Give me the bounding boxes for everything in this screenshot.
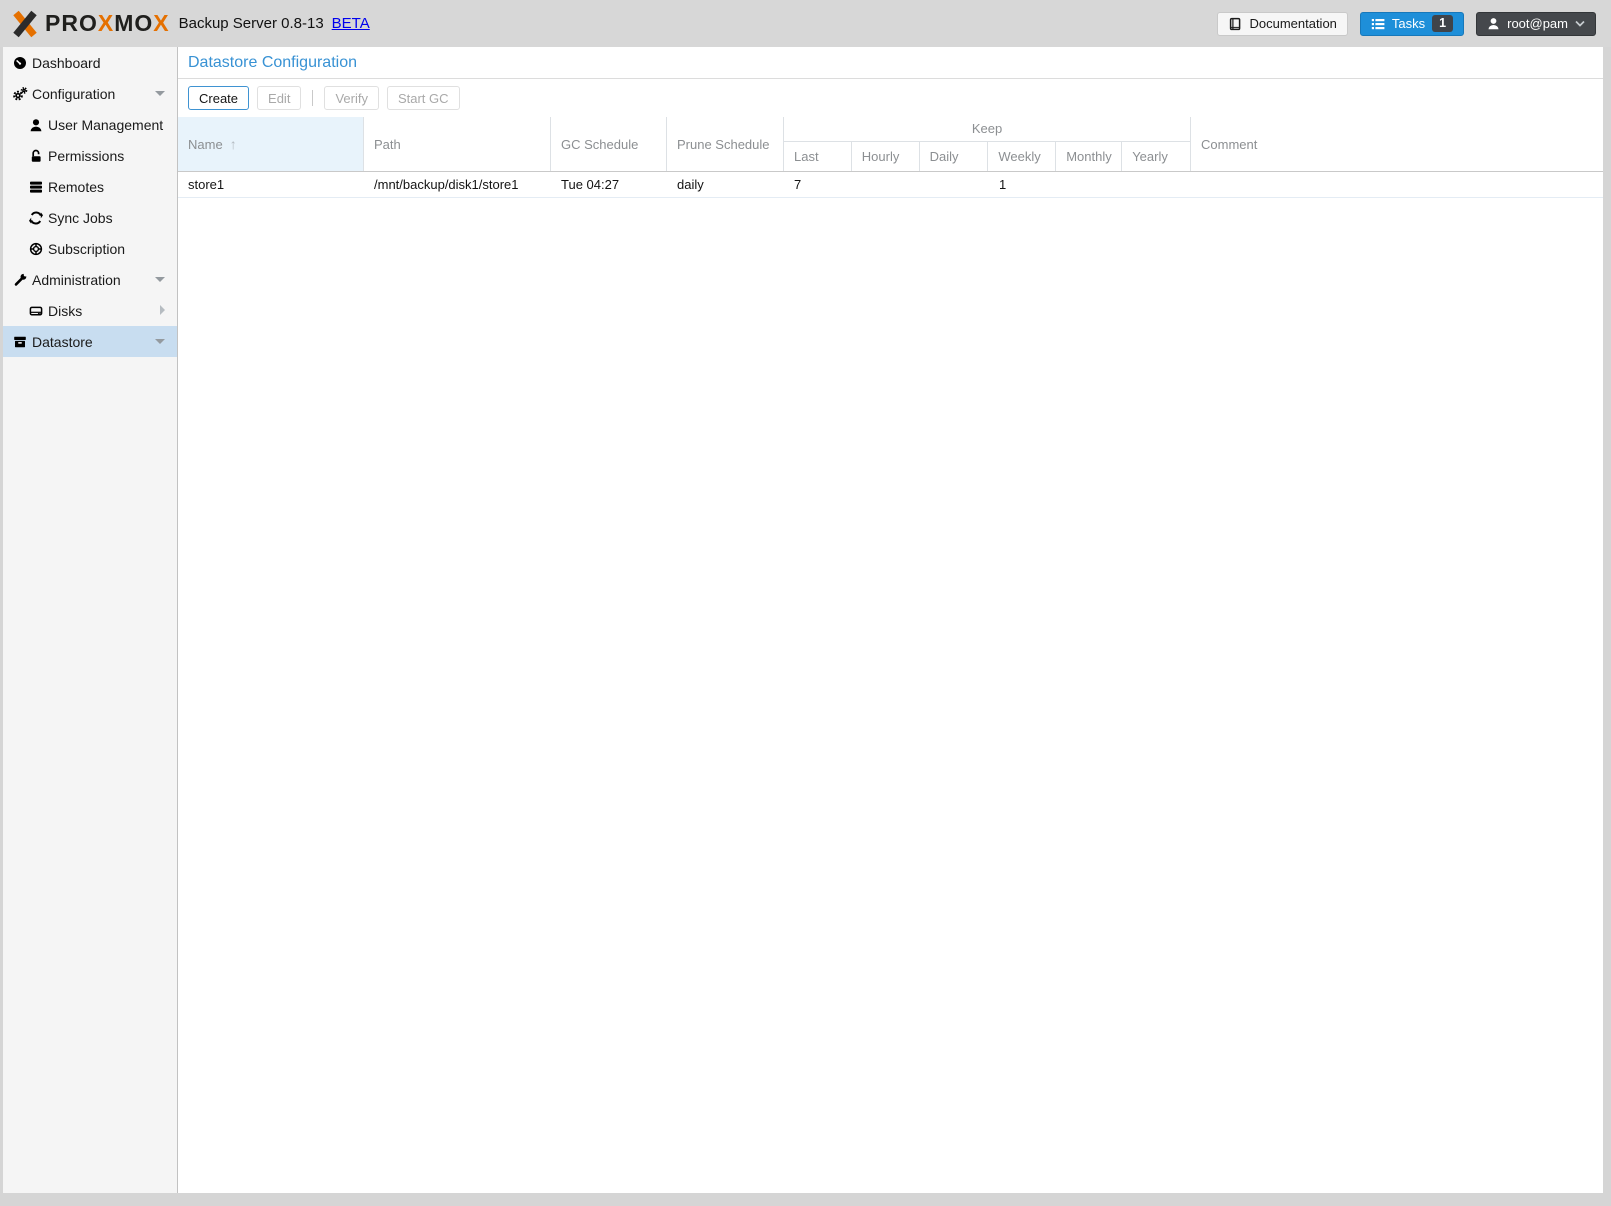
start-gc-button[interactable]: Start GC [387,86,460,110]
sidebar-item-label: Administration [32,272,121,288]
cell-keep-weekly: 1 [989,177,1057,192]
documentation-label: Documentation [1249,16,1336,31]
life-ring-icon [28,242,44,256]
product-version: Backup Server 0.8-13 [179,15,324,32]
keep-subheaders: Last Hourly Daily Weekly Monthly Yearly [784,142,1190,171]
column-header-comment[interactable]: Comment [1191,117,1603,171]
app-canvas: PROXMOX Backup Server 0.8-13 BETA Docume… [0,0,1611,1206]
sidebar-item-remotes[interactable]: Remotes [3,171,177,202]
expand-caret-icon[interactable] [160,305,165,315]
column-header-gc-schedule[interactable]: GC Schedule [551,117,667,171]
sidebar-item-administration[interactable]: Administration [3,264,177,295]
sidebar-item-sync-jobs[interactable]: Sync Jobs [3,202,177,233]
user-icon [1487,17,1500,30]
app-body: Dashboard Configuration [3,47,1603,1193]
edit-button[interactable]: Edit [257,86,301,110]
column-label: Prune Schedule [677,137,770,152]
content-title-bar: Datastore Configuration [178,47,1603,79]
verify-button[interactable]: Verify [324,86,379,110]
sidebar-item-label: Remotes [48,179,104,195]
sidebar-item-label: Permissions [48,148,124,164]
sidebar-item-label: Configuration [32,86,115,102]
sidebar-item-configuration[interactable]: Configuration [3,78,177,109]
user-label: root@pam [1507,16,1568,31]
column-header-keep: Keep [784,117,1190,142]
toolbar-separator [312,90,313,106]
column-header-name[interactable]: Name ↑ [178,117,364,171]
proxmox-logo: PROXMOX [10,9,170,39]
topbar-actions: Documentation Tasks 1 root@pam [1217,0,1596,47]
collapse-caret-icon[interactable] [155,339,165,344]
toolbar: Create Edit Verify Start GC [178,79,1603,117]
create-button[interactable]: Create [188,86,249,110]
collapse-caret-icon[interactable] [155,91,165,96]
server-icon [28,180,44,194]
table-header: Name ↑ Path GC Schedule Prune Schedule K… [178,117,1603,172]
tasks-count-badge: 1 [1432,15,1453,32]
sidebar-item-label: Sync Jobs [48,210,113,226]
sidebar-item-disks[interactable]: Disks [3,295,177,326]
main-content: Datastore Configuration Create Edit Veri… [178,47,1603,1193]
logo-wordmark: PROXMOX [45,10,170,37]
book-icon [1228,17,1242,31]
sidebar-item-label: Subscription [48,241,125,257]
column-header-prune-schedule[interactable]: Prune Schedule [667,117,784,171]
tasks-label: Tasks [1392,16,1425,31]
column-header-keep-monthly[interactable]: Monthly [1056,142,1122,171]
column-group-keep: Keep Last Hourly Daily Weekly Monthly Ye… [784,117,1191,171]
sidebar-item-label: Disks [48,303,82,319]
beta-link[interactable]: BETA [332,15,370,32]
table-row[interactable]: store1 /mnt/backup/disk1/store1 Tue 04:2… [178,172,1603,198]
cell-prune-schedule: daily [667,177,784,192]
sidebar-item-permissions[interactable]: Permissions [3,140,177,171]
unlock-icon [28,149,44,163]
wrench-icon [12,273,28,287]
column-header-path[interactable]: Path [364,117,551,171]
documentation-button[interactable]: Documentation [1217,12,1347,36]
cell-keep-last: 7 [784,177,852,192]
cell-path: /mnt/backup/disk1/store1 [364,177,551,192]
archive-icon [12,335,28,349]
topbar: PROXMOX Backup Server 0.8-13 BETA Docume… [0,0,1611,47]
column-header-keep-yearly[interactable]: Yearly [1122,142,1190,171]
sidebar-item-label: User Management [48,117,163,133]
column-header-keep-daily[interactable]: Daily [920,142,989,171]
column-header-keep-weekly[interactable]: Weekly [988,142,1056,171]
collapse-caret-icon[interactable] [155,277,165,282]
sidebar-item-label: Datastore [32,334,93,350]
chevron-down-icon [1575,20,1585,28]
proxmox-x-icon [10,9,40,39]
sidebar-item-subscription[interactable]: Subscription [3,233,177,264]
sidebar-item-user-management[interactable]: User Management [3,109,177,140]
sidebar: Dashboard Configuration [3,47,178,1193]
cogs-icon [12,87,28,101]
column-header-keep-hourly[interactable]: Hourly [852,142,920,171]
tachometer-icon [12,56,28,70]
sort-ascending-icon: ↑ [230,136,237,152]
hdd-icon [28,304,44,318]
sidebar-item-label: Dashboard [32,55,101,71]
user-icon [28,118,44,132]
task-list-icon [1371,17,1385,31]
cell-gc-schedule: Tue 04:27 [551,177,667,192]
column-label: GC Schedule [561,137,638,152]
sidebar-item-dashboard[interactable]: Dashboard [3,47,177,78]
sidebar-item-datastore[interactable]: Datastore [3,326,177,357]
column-label: Path [374,137,401,152]
column-label: Name [188,137,223,152]
cell-name: store1 [178,177,364,192]
user-menu-button[interactable]: root@pam [1476,12,1596,36]
page-title: Datastore Configuration [188,54,357,72]
column-label: Comment [1201,137,1257,152]
sync-icon [28,211,44,225]
tasks-button[interactable]: Tasks 1 [1360,12,1464,36]
column-header-keep-last[interactable]: Last [784,142,852,171]
